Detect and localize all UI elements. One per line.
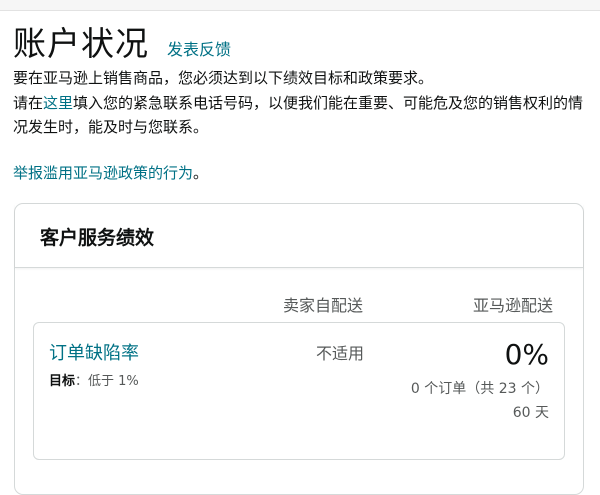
intro-line-1: 要在亚马逊上销售商品，您必须达到以下绩效目标和政策要求。	[13, 69, 434, 87]
report-abuse-link[interactable]: 举报滥用亚马逊政策的行为	[13, 164, 193, 182]
order-defect-rate-metric: 订单缺陷率 目标：低于 1% 不适用 0% 0 个订单（共 23 个） 60 天	[33, 322, 565, 460]
metric-target-label: 目标	[49, 374, 76, 389]
intro-text: 要在亚马逊上销售商品，您必须达到以下绩效目标和政策要求。 请在这里填入您的紧急联…	[13, 66, 587, 140]
page-title: 账户状况	[13, 24, 149, 63]
customer-service-card: 客户服务绩效 卖家自配送 亚马逊配送 订单缺陷率 目标：低于 1% 不适用 0%…	[14, 203, 584, 495]
intro-line-2: 请在这里填入您的紧急联系电话号码，以便我们能在重要、可能危及您的销售权利的情况发…	[13, 91, 587, 140]
top-bar	[0, 0, 600, 11]
column-header-seller-fulfilled: 卖家自配送	[283, 296, 364, 315]
metric-seller-value: 不适用	[316, 344, 365, 363]
metric-amazon-column: 0% 0 个订单（共 23 个） 60 天	[409, 335, 549, 425]
metric-amazon-period: 60 天	[512, 405, 549, 421]
metric-target: 目标：低于 1%	[49, 370, 139, 389]
metric-amazon-value: 0%	[504, 338, 549, 371]
title-row: 账户状况 发表反馈	[13, 22, 231, 66]
metric-target-value: ：低于 1%	[75, 374, 139, 389]
report-suffix: 。	[193, 164, 209, 182]
column-header-amazon-fulfilled: 亚马逊配送	[473, 296, 554, 315]
emergency-contact-link[interactable]: 这里	[43, 94, 73, 112]
intro-prefix: 请在	[13, 93, 44, 112]
intro-suffix: 填入您的紧急联系电话号码，以便我们能在重要、可能危及您的销售权利的情况发生时，能…	[13, 93, 584, 137]
metric-name-link[interactable]: 订单缺陷率	[49, 339, 139, 365]
report-row: 举报滥用亚马逊政策的行为。	[13, 161, 208, 185]
feedback-link[interactable]: 发表反馈	[167, 40, 231, 60]
card-title: 客户服务绩效	[40, 227, 155, 249]
metric-amazon-orders: 0 个订单（共 23 个）	[410, 381, 549, 397]
card-header: 客户服务绩效	[15, 204, 583, 268]
